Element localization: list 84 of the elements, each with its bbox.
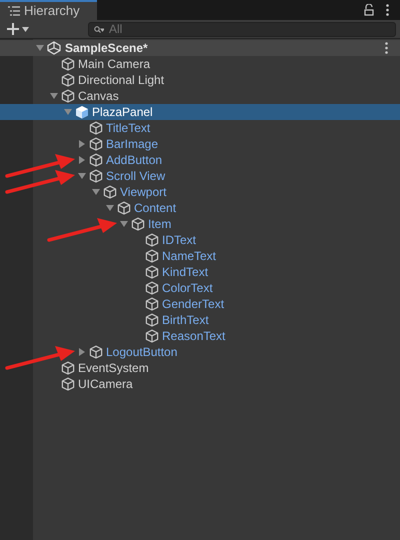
object-name: Scroll View bbox=[106, 168, 166, 185]
tree-row[interactable]: Directional Light bbox=[0, 72, 400, 88]
tree-row[interactable]: Content bbox=[0, 200, 400, 216]
object-name: LogoutButton bbox=[106, 344, 178, 361]
tree-row[interactable]: KindText bbox=[0, 264, 400, 280]
object-name: Item bbox=[148, 216, 172, 233]
cube-icon bbox=[145, 249, 159, 263]
caret-icon bbox=[22, 26, 29, 32]
object-name: NameText bbox=[162, 248, 216, 265]
object-name: ReasonText bbox=[162, 328, 226, 345]
object-name: BarImage bbox=[106, 136, 158, 153]
expand-toggle[interactable] bbox=[106, 204, 114, 212]
hierarchy-tab[interactable]: Hierarchy bbox=[0, 0, 97, 20]
tree-row[interactable]: ReasonText bbox=[0, 328, 400, 344]
plus-icon bbox=[7, 23, 19, 35]
tree-row[interactable]: EventSystem bbox=[0, 360, 400, 376]
tree-row[interactable]: BirthText bbox=[0, 312, 400, 328]
cube-icon bbox=[145, 297, 159, 311]
object-name: Content bbox=[134, 200, 176, 217]
cube-icon bbox=[131, 217, 145, 231]
tree-row[interactable]: ColorText bbox=[0, 280, 400, 296]
object-name: Canvas bbox=[78, 88, 119, 105]
expand-toggle[interactable] bbox=[120, 220, 128, 228]
cube-icon bbox=[89, 169, 103, 183]
object-name: GenderText bbox=[162, 296, 224, 313]
tab-title: Hierarchy bbox=[24, 2, 80, 20]
cube-icon bbox=[61, 89, 75, 103]
tree-row[interactable]: Canvas bbox=[0, 88, 400, 104]
cube-icon bbox=[145, 313, 159, 327]
object-name: PlazaPanel bbox=[92, 104, 153, 121]
search-icon bbox=[94, 26, 104, 34]
tree-row[interactable]: BarImage bbox=[0, 136, 400, 152]
tree-row[interactable]: Main Camera bbox=[0, 56, 400, 72]
expand-toggle[interactable] bbox=[36, 44, 44, 52]
expand-toggle[interactable] bbox=[78, 172, 86, 180]
tree-row[interactable]: Item bbox=[0, 216, 400, 232]
object-name: AddButton bbox=[106, 152, 162, 169]
object-name: Viewport bbox=[120, 184, 166, 201]
cube-icon bbox=[89, 345, 103, 359]
selected-tree-row[interactable]: PlazaPanel bbox=[0, 104, 400, 120]
tree-row[interactable]: Scroll View bbox=[0, 168, 400, 184]
tree-row[interactable]: IDText bbox=[0, 232, 400, 248]
object-name: EventSystem bbox=[78, 360, 149, 377]
object-name: BirthText bbox=[162, 312, 209, 329]
cube-icon bbox=[145, 329, 159, 343]
tree-row[interactable]: NameText bbox=[0, 248, 400, 264]
object-name: ColorText bbox=[162, 280, 213, 297]
object-name: UICamera bbox=[78, 376, 133, 393]
cube-icon bbox=[145, 281, 159, 295]
cube-icon bbox=[117, 201, 131, 215]
cube-icon bbox=[89, 121, 103, 135]
expand-toggle[interactable] bbox=[50, 92, 58, 100]
tree-row[interactable]: TitleText bbox=[0, 120, 400, 136]
cube-icon bbox=[89, 137, 103, 151]
cube-icon bbox=[89, 153, 103, 167]
cube-icon bbox=[103, 185, 117, 199]
object-name: TitleText bbox=[106, 120, 150, 137]
scene-header[interactable]: SampleScene* bbox=[0, 40, 400, 56]
expand-toggle[interactable] bbox=[78, 156, 86, 164]
search-field[interactable]: All bbox=[88, 22, 396, 36]
tree-row[interactable]: UICamera bbox=[0, 376, 400, 392]
cube-icon bbox=[145, 233, 159, 247]
expand-toggle[interactable] bbox=[78, 348, 86, 356]
scene-name: SampleScene* bbox=[65, 40, 148, 57]
tree-row[interactable]: AddButton bbox=[0, 152, 400, 168]
expand-toggle[interactable] bbox=[92, 188, 100, 196]
tree-row[interactable]: GenderText bbox=[0, 296, 400, 312]
more-icon[interactable] bbox=[385, 42, 388, 54]
object-name: Directional Light bbox=[78, 72, 164, 89]
tree-row[interactable]: LogoutButton bbox=[0, 344, 400, 360]
cube-icon bbox=[61, 377, 75, 391]
expand-toggle[interactable] bbox=[78, 140, 86, 148]
object-name: IDText bbox=[162, 232, 196, 249]
tree-row[interactable]: Viewport bbox=[0, 184, 400, 200]
cube-icon bbox=[61, 57, 75, 71]
cube-icon bbox=[145, 265, 159, 279]
object-name: KindText bbox=[162, 264, 208, 281]
cube-icon bbox=[61, 361, 75, 375]
cube-icon bbox=[75, 105, 89, 119]
cube-icon bbox=[61, 73, 75, 87]
expand-toggle[interactable] bbox=[64, 108, 72, 116]
object-name: Main Camera bbox=[78, 56, 150, 73]
list-icon bbox=[8, 6, 20, 16]
unity-icon bbox=[47, 41, 61, 55]
